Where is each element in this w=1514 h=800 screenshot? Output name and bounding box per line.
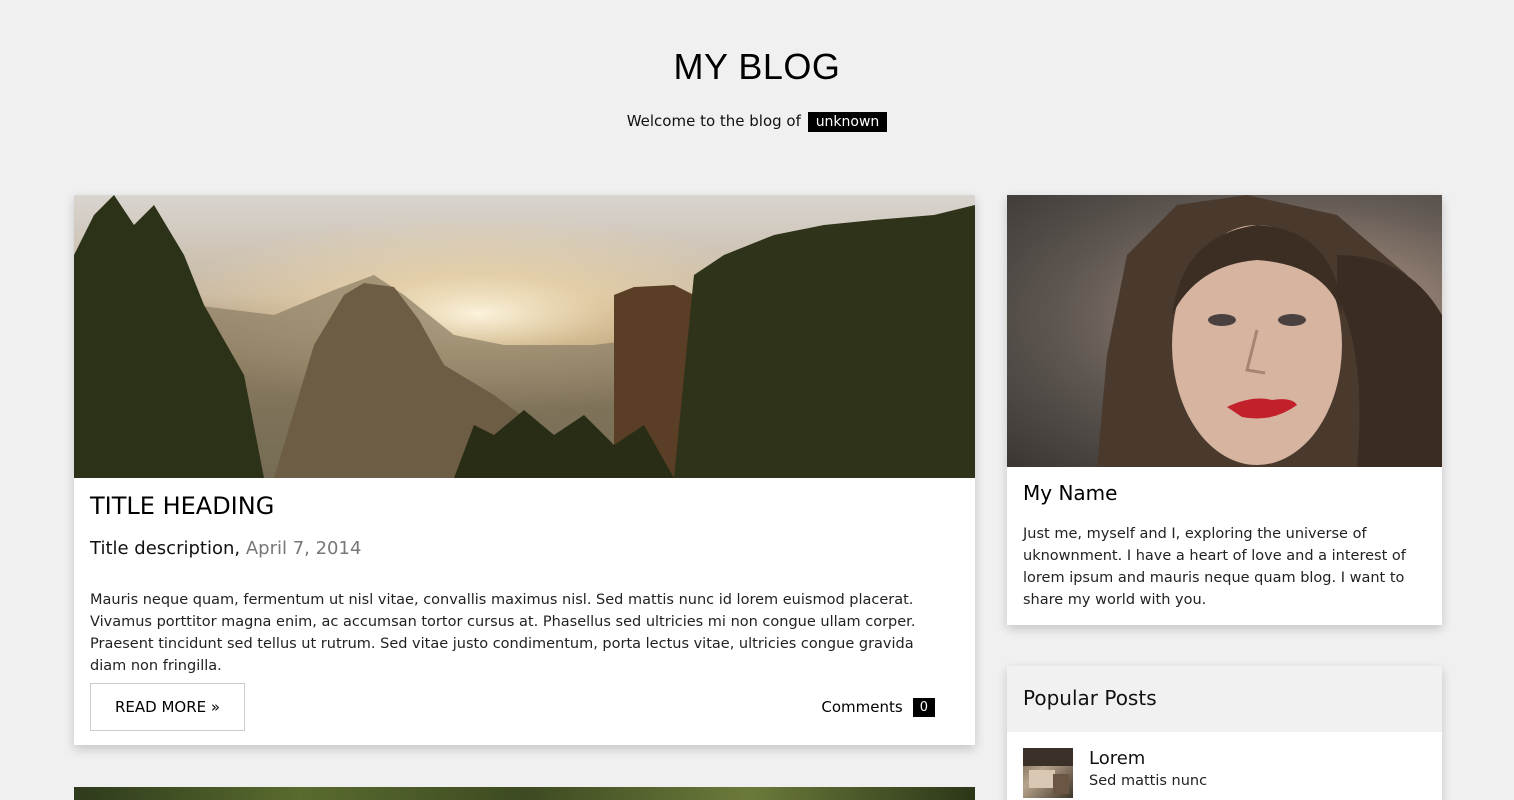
popular-posts-card: Popular Posts Lorem Sed mattis nunc (1007, 666, 1442, 800)
post-date: April 7, 2014 (245, 538, 362, 559)
comments-label: Comments (821, 698, 903, 716)
blog-post-card: TITLE HEADING Title description, April 7… (74, 195, 975, 745)
user-tag: unknown (807, 112, 888, 132)
blog-header: MY BLOG Welcome to the blog of unknown (0, 0, 1514, 132)
popular-post-subtitle: Sed mattis nunc (1089, 773, 1208, 789)
post-title: TITLE HEADING (90, 492, 275, 520)
profile-card: My Name Just me, myself and I, exploring… (1007, 195, 1442, 625)
profile-name: My Name (1023, 481, 1118, 505)
post-hero-image (74, 195, 975, 478)
post-body: Mauris neque quam, fermentum ut nisl vit… (90, 592, 916, 674)
read-more-button[interactable]: READ MORE » (90, 683, 246, 731)
post-subtitle: Title description, April 7, 2014 (90, 538, 959, 559)
blog-title: MY BLOG (673, 46, 841, 87)
next-post-card-preview (74, 787, 975, 800)
post-description: Title description, (90, 538, 241, 559)
comments-count-badge: 0 (912, 697, 935, 717)
welcome-text: Welcome to the blog of (626, 112, 801, 130)
post-footer: READ MORE » Comments 0 (90, 683, 935, 731)
profile-bio: Just me, myself and I, exploring the uni… (1023, 526, 1406, 608)
popular-post-title[interactable]: Lorem (1089, 748, 1207, 769)
popular-post-thumbnail (1023, 748, 1073, 798)
popular-post-item[interactable]: Lorem Sed mattis nunc (1007, 732, 1442, 800)
comments-indicator[interactable]: Comments 0 (821, 697, 935, 717)
popular-posts-heading: Popular Posts (1007, 666, 1442, 732)
profile-portrait-image (1007, 195, 1442, 467)
welcome-line: Welcome to the blog of unknown (0, 112, 1514, 132)
